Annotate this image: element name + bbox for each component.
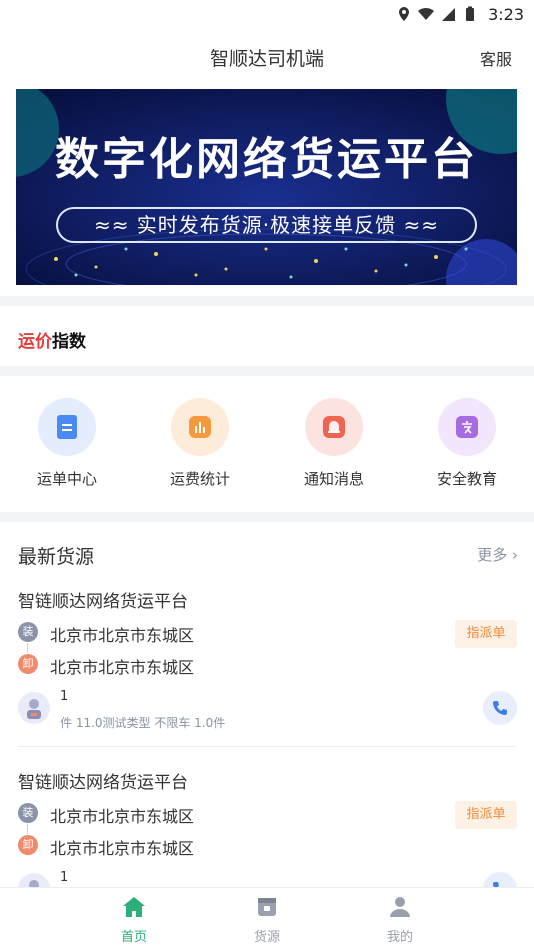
quick-menu: 运单中心 运费统计 通知消息 安全教育 — [0, 398, 534, 498]
menu-item-notifications[interactable]: 通知消息 — [284, 398, 384, 489]
route-connector — [27, 824, 28, 834]
freight-index-label: 指数 — [52, 332, 86, 352]
section-separator — [0, 296, 534, 306]
banner-subline: ≈≈ 实时发布货源·极速接单反馈 ≈≈ — [56, 207, 477, 243]
menu-label-safety: 安全教育 — [436, 470, 497, 488]
destination-address: 北京市北京市东城区 — [50, 658, 195, 677]
app-header: 智顺达司机端 客服 — [0, 36, 534, 76]
nav-label-cargo: 货源 — [253, 930, 280, 945]
origin-address: 北京市北京市东城区 — [50, 807, 195, 826]
menu-item-freight-stats[interactable]: 运费统计 — [150, 398, 250, 489]
unload-tag: 卸 — [18, 835, 38, 855]
nav-label-profile: 我的 — [386, 930, 413, 945]
bell-icon — [305, 398, 363, 456]
safety-icon — [438, 398, 496, 456]
nav-label-home: 首页 — [120, 930, 147, 945]
promo-banner[interactable]: 数字化网络货运平台 ≈≈ 实时发布货源·极速接单反馈 ≈≈ — [16, 89, 517, 285]
assigned-badge: 指派单 — [455, 801, 517, 829]
unload-tag: 卸 — [18, 654, 38, 674]
freight-index-title[interactable]: 运价指数 — [18, 327, 86, 352]
route-connector — [27, 643, 28, 653]
wifi-icon — [418, 7, 435, 20]
signal-icon — [442, 8, 456, 21]
menu-item-waybill[interactable]: 运单中心 — [17, 398, 117, 489]
shipper-avatar — [18, 692, 50, 724]
card-company: 智链顺达网络货运平台 — [18, 592, 188, 612]
phone-icon[interactable] — [483, 691, 517, 725]
freight-index-accent: 运价 — [18, 332, 52, 352]
assigned-badge: 指派单 — [455, 620, 517, 648]
cargo-count: 1 — [60, 689, 69, 704]
waybill-icon — [38, 398, 96, 456]
card-company: 智链顺达网络货运平台 — [18, 773, 188, 793]
menu-label-notifications: 通知消息 — [303, 470, 364, 488]
status-bar: 3:23 — [0, 0, 534, 28]
menu-label-freight-stats: 运费统计 — [169, 470, 230, 488]
more-link[interactable]: 更多 › — [477, 544, 518, 565]
banner-background — [16, 89, 517, 285]
menu-label-waybill: 运单中心 — [36, 470, 97, 488]
destination-address: 北京市北京市东城区 — [50, 839, 195, 858]
customer-service-button[interactable]: 客服 — [480, 46, 512, 70]
cargo-count: 1 — [60, 870, 69, 885]
location-icon — [399, 7, 410, 21]
chevron-right-icon: › — [512, 546, 518, 564]
latest-cargo-title: 最新货源 — [18, 546, 95, 568]
nav-cargo[interactable]: 货源 — [237, 896, 297, 945]
section-separator — [0, 366, 534, 376]
profile-icon — [390, 897, 410, 917]
banner-headline: 数字化网络货运平台 — [55, 134, 478, 185]
section-separator — [0, 512, 534, 522]
load-tag: 装 — [18, 622, 38, 642]
page-title: 智顺达司机端 — [209, 48, 324, 70]
nav-home[interactable]: 首页 — [104, 896, 164, 945]
menu-item-safety[interactable]: 安全教育 — [417, 398, 517, 489]
origin-address: 北京市北京市东城区 — [50, 626, 195, 645]
more-label: 更多 — [477, 546, 508, 564]
cargo-description: 件 11.0测试类型 不限车 1.0件 — [60, 716, 226, 730]
card-divider — [18, 746, 516, 747]
cargo-icon — [258, 898, 276, 916]
clock: 3:23 — [488, 4, 524, 24]
home-icon — [123, 897, 145, 917]
load-tag: 装 — [18, 803, 38, 823]
nav-profile[interactable]: 我的 — [370, 896, 430, 945]
bottom-nav: 首页 货源 我的 — [0, 887, 534, 950]
chart-icon — [171, 398, 229, 456]
battery-icon — [466, 6, 475, 21]
